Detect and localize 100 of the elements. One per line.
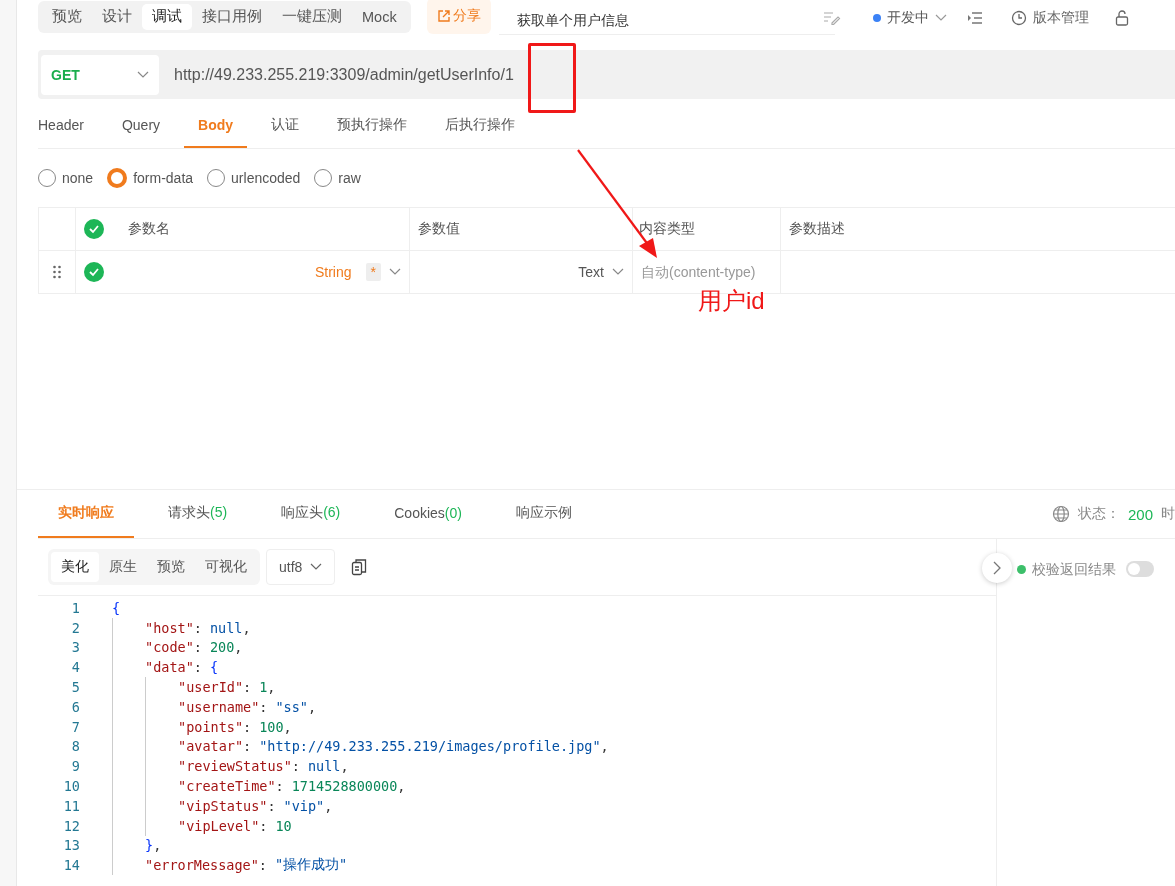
punctuation: , xyxy=(307,698,317,715)
status-code: 200 xyxy=(1127,505,1153,523)
response-tab[interactable]: Cookies(0) xyxy=(374,490,482,538)
caret-icon[interactable] xyxy=(389,268,401,276)
json-null: null xyxy=(209,619,243,636)
json-number: 10 xyxy=(275,817,292,834)
line-number: 13 xyxy=(62,837,80,854)
mode-tab[interactable]: 预览 xyxy=(42,3,92,30)
lock-icon[interactable] xyxy=(1114,10,1129,26)
check-icon xyxy=(88,267,100,277)
version-button[interactable]: 版本管理 xyxy=(1004,8,1095,28)
body-type-radio[interactable]: urlencoded xyxy=(207,169,301,187)
json-string: "vip" xyxy=(283,797,325,814)
copy-icon[interactable] xyxy=(351,558,368,576)
punctuation: , xyxy=(600,738,609,755)
validate-label: 校验返回结果 xyxy=(1032,561,1116,579)
punctuation: , xyxy=(234,639,243,656)
json-key: "code" xyxy=(145,639,194,656)
json-number: 1 xyxy=(259,679,268,696)
colon: : xyxy=(291,758,300,775)
status-select[interactable]: 开发中 xyxy=(860,9,959,27)
json-key: "errorMessage" xyxy=(145,857,259,874)
encoding-select[interactable]: utf8 xyxy=(266,549,336,585)
view-tab[interactable]: 美化 xyxy=(51,552,99,582)
mode-tab[interactable]: 一键压测 xyxy=(272,3,352,30)
line-number: 5 xyxy=(70,679,80,696)
json-key: "reviewStatus" xyxy=(178,758,292,775)
edit-icon[interactable] xyxy=(822,11,843,25)
chevron-right-icon xyxy=(992,561,1002,575)
line-number: 11 xyxy=(62,797,80,814)
body-type-radio[interactable]: raw xyxy=(314,169,361,187)
colon: : xyxy=(243,679,252,696)
json-null: null xyxy=(307,758,341,775)
row-checkbox[interactable] xyxy=(84,262,104,282)
request-tab[interactable]: Header xyxy=(38,104,98,148)
caret-icon[interactable] xyxy=(612,268,624,276)
caret-icon xyxy=(934,14,947,22)
request-tab[interactable]: Query xyxy=(107,104,175,148)
value-type-select[interactable]: Text xyxy=(578,264,604,280)
share-icon xyxy=(436,9,451,23)
url-field[interactable]: http://49.233.255.219:3309/admin/getUserInfo/1 xyxy=(174,65,514,84)
globe-icon xyxy=(1051,505,1070,523)
validate-toggle[interactable] xyxy=(1126,561,1154,577)
content-type-field[interactable]: 自动(content-type) xyxy=(639,263,774,281)
time-label: 时 xyxy=(1161,505,1175,523)
punctuation: , xyxy=(324,797,333,814)
colon: : xyxy=(259,817,268,834)
json-string: "http://49.233.255.219/images/profile.jpg" xyxy=(259,738,601,755)
line-number: 9 xyxy=(70,758,80,775)
mode-tab[interactable]: Mock xyxy=(352,3,407,30)
caret-icon xyxy=(137,70,149,79)
brace: { xyxy=(112,599,121,616)
colon: : xyxy=(275,778,284,795)
punctuation: , xyxy=(340,758,349,775)
line-number: 2 xyxy=(70,619,80,636)
punctuation: , xyxy=(153,837,162,854)
request-tab[interactable]: 预执行操作 xyxy=(323,104,422,148)
line-number: 3 xyxy=(70,639,80,656)
view-tab[interactable]: 可视化 xyxy=(195,552,257,582)
line-number: 14 xyxy=(62,857,80,874)
json-string: "操作成功" xyxy=(274,856,348,875)
line-number: 10 xyxy=(62,778,80,795)
caret-icon xyxy=(310,563,323,571)
mode-tab[interactable]: 接口用例 xyxy=(192,3,272,30)
response-tab[interactable]: 响应头(6) xyxy=(261,490,361,538)
validate-dot xyxy=(1017,565,1026,574)
view-tab[interactable]: 原生 xyxy=(99,552,147,582)
json-key: "userId" xyxy=(178,679,244,696)
mode-tab[interactable]: 调试 xyxy=(142,3,192,30)
view-tab[interactable]: 预览 xyxy=(147,552,195,582)
json-key: "createTime" xyxy=(178,778,276,795)
colon: : xyxy=(243,718,252,735)
json-string: "ss" xyxy=(275,698,308,715)
punctuation: , xyxy=(242,619,251,636)
body-type-radio[interactable]: none xyxy=(38,169,94,187)
json-key: "vipStatus" xyxy=(178,797,268,814)
body-type-radio[interactable]: form-data xyxy=(107,168,194,188)
drag-handle-icon[interactable] xyxy=(52,265,62,279)
status-label: 状态： xyxy=(1077,505,1120,523)
request-tab[interactable]: 认证 xyxy=(257,104,314,148)
response-tab[interactable]: 响应示例 xyxy=(495,490,592,538)
check-icon xyxy=(88,224,100,234)
json-key: "username" xyxy=(178,698,260,715)
line-number: 7 xyxy=(70,718,80,735)
json-number: 200 xyxy=(209,639,235,656)
api-name-field[interactable]: 获取单个用户信息 xyxy=(498,1,835,35)
colon: : xyxy=(193,619,202,636)
column-header: 内容类型 xyxy=(639,220,695,238)
punctuation: , xyxy=(267,679,276,696)
line-number: 1 xyxy=(70,599,80,616)
mode-tab[interactable]: 设计 xyxy=(92,3,142,30)
line-number: 8 xyxy=(70,738,80,755)
clock-icon xyxy=(1010,10,1027,26)
select-all-checkbox[interactable] xyxy=(84,219,104,239)
colon: : xyxy=(243,738,252,755)
json-key: "data" xyxy=(145,659,194,676)
annotation-box xyxy=(528,43,576,113)
response-tab[interactable]: 请求头(5) xyxy=(148,490,248,538)
request-tab[interactable]: 后执行操作 xyxy=(431,104,530,148)
outline-icon[interactable] xyxy=(966,11,983,25)
